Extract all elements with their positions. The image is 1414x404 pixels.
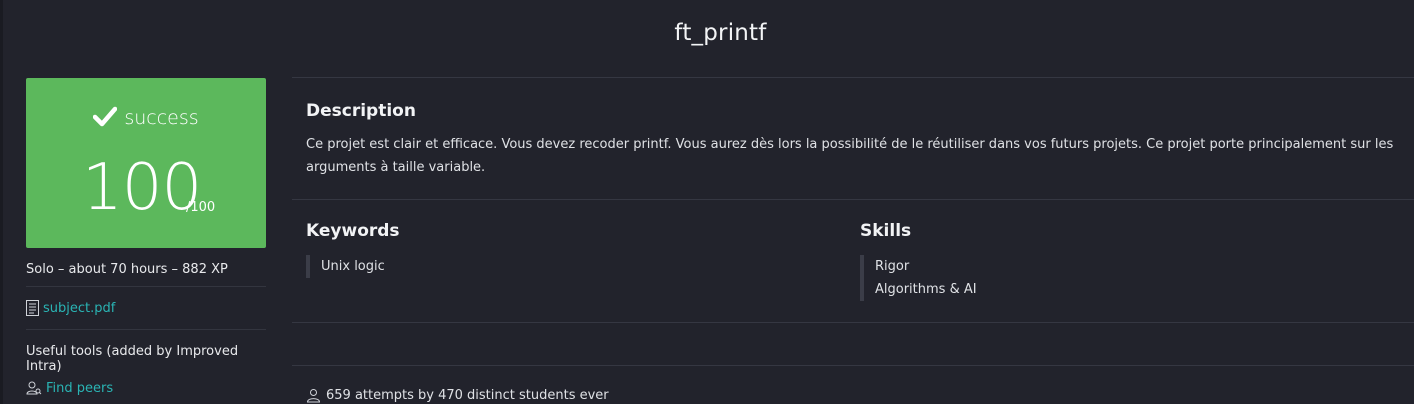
keywords-skills-row: Keywords Unix logic Skills Rigor Algorit… bbox=[292, 200, 1414, 322]
check-icon bbox=[93, 106, 118, 127]
find-peers-label: Find peers bbox=[46, 380, 114, 396]
useful-tools: Useful tools (added by Improved Intra) F… bbox=[26, 330, 266, 396]
section-divider bbox=[292, 365, 1414, 366]
keyword-item: Unix logic bbox=[321, 259, 385, 274]
document-icon bbox=[26, 300, 39, 316]
keywords-title: Keywords bbox=[306, 221, 400, 241]
page-edge bbox=[0, 0, 3, 404]
keywords-section: Keywords Unix logic bbox=[306, 221, 860, 322]
user-icon bbox=[306, 389, 321, 403]
find-peers-link[interactable]: Find peers bbox=[26, 380, 266, 396]
grade-max: /100 bbox=[186, 200, 216, 215]
description-text: Ce projet est clair et efficace. Vous de… bbox=[306, 137, 1394, 175]
attempts-text: 659 attempts by 470 distinct students ev… bbox=[326, 388, 609, 403]
subject-pdf-link[interactable]: subject.pdf bbox=[43, 301, 115, 316]
skill-item: Algorithms & AI bbox=[875, 282, 977, 297]
empty-section bbox=[292, 323, 1414, 365]
subject-row: subject.pdf bbox=[26, 287, 266, 329]
useful-tools-title: Useful tools (added by Improved Intra) bbox=[26, 344, 239, 374]
description-title: Description bbox=[306, 101, 416, 121]
description-section: Description Ce projet est clair et effic… bbox=[292, 78, 1414, 199]
project-meta: Solo – about 70 hours – 882 XP bbox=[26, 262, 228, 277]
grade-card: success 100 /100 bbox=[26, 78, 266, 248]
grade-score: 100 bbox=[82, 151, 202, 225]
project-title: ft_printf bbox=[674, 20, 767, 46]
keywords-list: Unix logic bbox=[306, 255, 860, 278]
grade-status-label: success bbox=[124, 107, 199, 129]
skills-list: Rigor Algorithms & AI bbox=[860, 255, 1414, 301]
skill-item: Rigor bbox=[875, 259, 910, 274]
grade-status: success bbox=[26, 104, 266, 129]
project-main: Description Ce projet est clair et effic… bbox=[292, 77, 1414, 366]
project-sidebar: success 100 /100 Solo – about 70 hours –… bbox=[26, 78, 266, 396]
attempts-stat: 659 attempts by 470 distinct students ev… bbox=[306, 388, 609, 403]
project-page: ft_printf success 100 /100 Solo – about … bbox=[0, 0, 1414, 404]
skills-title: Skills bbox=[860, 221, 912, 241]
user-search-icon bbox=[26, 381, 42, 395]
skills-section: Skills Rigor Algorithms & AI bbox=[860, 221, 1414, 322]
